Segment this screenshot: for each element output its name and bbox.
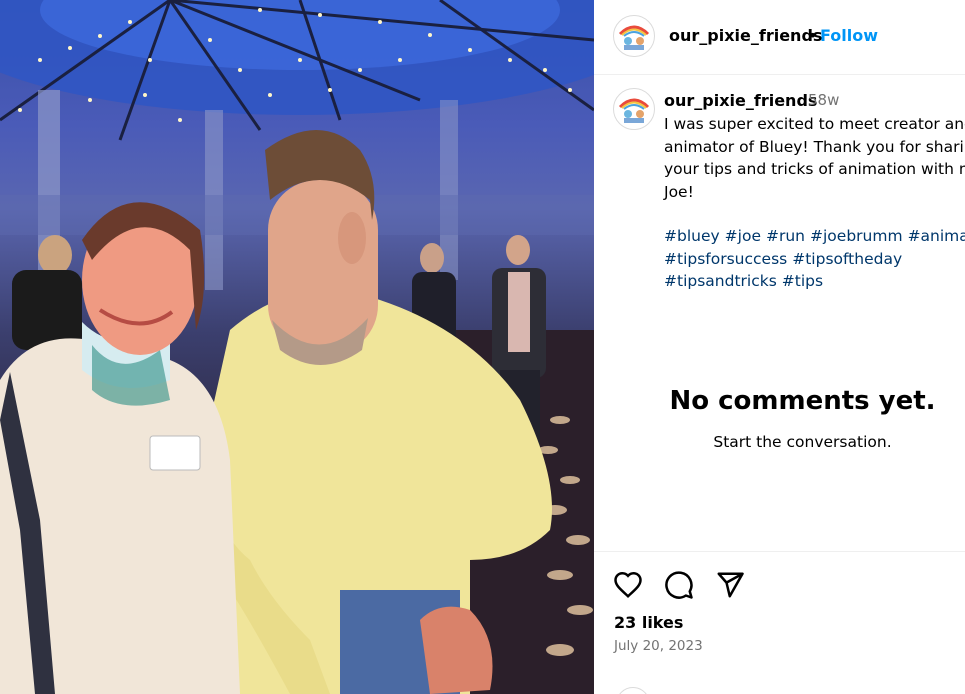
post-date[interactable]: July 20, 2023 (614, 638, 703, 654)
caption-text: I was super excited to meet creator and … (664, 115, 965, 201)
hashtag[interactable]: #tipsandtricks (664, 272, 777, 290)
hashtag[interactable]: #animati (908, 227, 965, 245)
comment-icon[interactable] (664, 570, 694, 600)
post-header: our_pixie_friends • Follow (594, 0, 965, 75)
profile-avatar[interactable] (613, 15, 655, 57)
avatar-image (615, 90, 653, 128)
post-sidebar: our_pixie_friends • Follow our_pixie_fri… (594, 0, 965, 694)
post-time[interactable]: 58w (808, 91, 839, 109)
hashtag-list: #bluey #joe #run #joebrumm #animati #tipsfor… (664, 225, 965, 293)
empty-comments-title: No comments yet. (669, 386, 936, 416)
likes-count[interactable]: 23 likes (614, 613, 683, 632)
caption-username[interactable]: our_pixie_friends (664, 91, 817, 110)
post-photo[interactable] (0, 0, 594, 694)
header-username[interactable]: our_pixie_friends (669, 26, 822, 45)
hashtag[interactable]: #tips (782, 272, 823, 290)
hashtag[interactable]: #run (766, 227, 805, 245)
hashtag[interactable]: #bluey (664, 227, 720, 245)
heart-icon[interactable] (613, 570, 643, 600)
empty-comments-subtitle: Start the conversation. (713, 433, 892, 451)
caption-avatar[interactable] (613, 88, 655, 130)
avatar-image (615, 17, 653, 55)
hashtag[interactable]: #joebrumm (810, 227, 903, 245)
photo-illustration (0, 0, 594, 694)
hashtag[interactable]: #tipsoftheday (792, 250, 902, 268)
hashtag[interactable]: #tipsforsuccess (664, 250, 787, 268)
share-icon[interactable] (715, 570, 745, 600)
follow-button[interactable]: Follow (820, 26, 878, 45)
hashtag[interactable]: #joe (725, 227, 761, 245)
post-actions: 23 likes July 20, 2023 (594, 551, 965, 694)
header-separator: • (808, 26, 818, 45)
